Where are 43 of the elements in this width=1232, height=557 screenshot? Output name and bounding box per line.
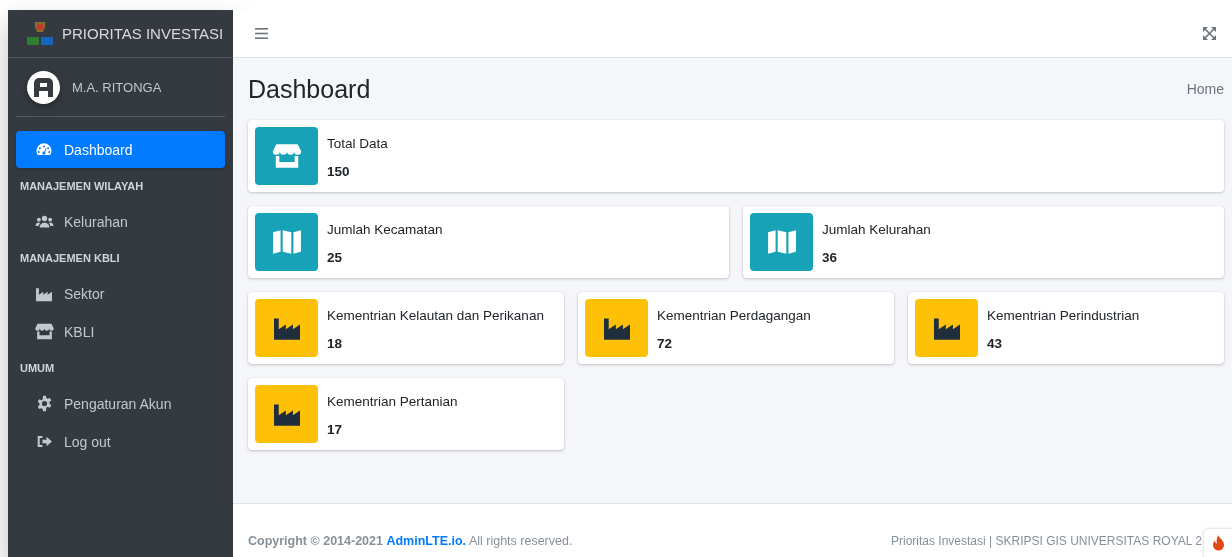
info-box-label: Kementrian Perdagangan <box>657 307 811 323</box>
nav-item[interactable]: Dashboard <box>16 131 225 168</box>
info-box-value: 36 <box>822 249 839 265</box>
sign-out-icon <box>35 434 53 449</box>
adminlte-link[interactable]: AdminLTE.io. <box>386 534 467 548</box>
info-box-label: Jumlah Kecamatan <box>327 221 443 237</box>
nav-header: MANAJEMEN KBLI <box>19 251 121 266</box>
gear-icon <box>35 395 53 412</box>
nav-header: UMUM <box>19 361 56 376</box>
info-box-value: 17 <box>327 421 344 437</box>
info-box-label: Kementrian Perindustrian <box>987 307 1140 323</box>
brand-name[interactable]: PRIORITAS INVESTASI <box>62 25 224 42</box>
fullscreen-icon[interactable] <box>1203 27 1216 40</box>
user-name[interactable]: M.A. RITONGA <box>72 79 162 95</box>
copyright-text: Copyright © 2014-2021 AdminLTE.io. All rights reserved. <box>248 534 573 548</box>
page-title: Dashboard <box>248 74 371 104</box>
info-box-value: 43 <box>987 335 1004 351</box>
avatar-icon <box>27 70 60 104</box>
info-box-value: 18 <box>327 335 344 351</box>
factory-icon <box>35 285 53 302</box>
nav-item[interactable]: Log out <box>16 423 225 460</box>
info-box-value: 72 <box>657 335 674 351</box>
info-box-label: Jumlah Kelurahan <box>822 221 931 237</box>
nav-header: MANAJEMEN WILAYAH <box>19 179 145 194</box>
info-box-label: Kementrian Kelautan dan Perikanan <box>327 307 544 323</box>
info-box-value: 25 <box>327 249 344 265</box>
store-icon <box>34 323 54 340</box>
users-icon <box>34 214 54 229</box>
nav-item[interactable]: Kelurahan <box>16 203 225 240</box>
breadcrumb-link[interactable]: Home <box>1186 81 1224 97</box>
credit-text: Prioritas Investasi | SKRIPSI GIS UNIVERSITAS ROYAL 2 <box>891 534 1202 548</box>
info-box-label: Kementrian Pertanian <box>327 393 458 409</box>
logo-icon <box>26 20 54 47</box>
store-icon <box>271 143 302 169</box>
nav-item[interactable]: KBLI <box>16 313 225 350</box>
nav-item[interactable]: Pengaturan Akun <box>16 385 225 422</box>
map-icon <box>766 229 797 255</box>
nav-item[interactable]: Sektor <box>16 275 225 312</box>
menu-icon[interactable] <box>255 28 268 39</box>
flame-icon[interactable] <box>1204 529 1232 557</box>
info-box-label: Total Data <box>327 135 388 151</box>
map-icon <box>271 229 302 255</box>
info-box-value: 150 <box>327 163 351 179</box>
